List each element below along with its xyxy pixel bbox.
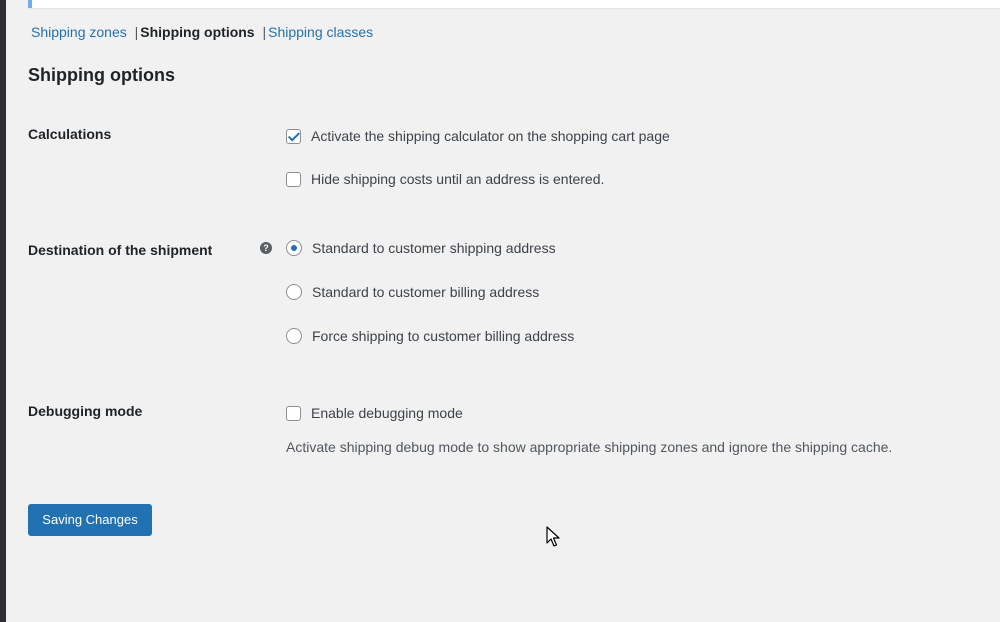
calculations-label: Calculations: [28, 126, 112, 142]
ship-to-shipping-address-radio[interactable]: [286, 240, 302, 256]
ship-to-billing-address-radio[interactable]: [286, 284, 302, 300]
nav-shipping-options[interactable]: Shipping options: [140, 24, 254, 40]
save-changes-button[interactable]: Saving Changes: [28, 504, 152, 536]
debug-mode-checkbox-row[interactable]: Enable debugging mode: [286, 404, 463, 422]
debug-mode-description: Activate shipping debug mode to show app…: [286, 439, 893, 455]
nav-shipping-classes[interactable]: Shipping classes: [268, 24, 373, 40]
shipping-calculator-checkbox-row[interactable]: Activate the shipping calculator on the …: [286, 127, 670, 145]
ship-to-shipping-address-radio-row[interactable]: Standard to customer shipping address: [286, 239, 556, 257]
question-circle-icon[interactable]: ?: [260, 242, 272, 254]
nav-separator: |: [134, 24, 139, 40]
ship-to-billing-address-radio-row[interactable]: Standard to customer billing address: [286, 283, 539, 301]
force-billing-address-radio[interactable]: [286, 328, 302, 344]
nav-shipping-zones[interactable]: Shipping zones: [31, 24, 127, 40]
hide-costs-checkbox-row[interactable]: Hide shipping costs until an address is …: [286, 170, 604, 188]
mouse-pointer-icon: [546, 526, 560, 547]
force-billing-address-label: Force shipping to customer billing addre…: [312, 328, 575, 344]
shipping-calculator-checkbox[interactable]: [286, 128, 301, 144]
nav-separator: |: [262, 24, 267, 40]
hide-costs-checkbox[interactable]: [286, 171, 301, 187]
hide-costs-label: Hide shipping costs until an address is …: [311, 171, 605, 187]
debug-mode-checkbox[interactable]: [286, 405, 301, 421]
ship-to-billing-address-label: Standard to customer billing address: [312, 284, 540, 300]
shipping-subnav: Shipping zones | Shipping options | Shippi…: [31, 23, 373, 41]
admin-sidebar-edge: [0, 0, 6, 622]
debugging-mode-label: Debugging mode: [28, 403, 143, 419]
page-title: Shipping options: [28, 65, 175, 85]
ship-to-shipping-address-label: Standard to customer shipping address: [312, 240, 556, 256]
force-billing-address-radio-row[interactable]: Force shipping to customer billing addre…: [286, 327, 574, 345]
destination-label: Destination of the shipment: [28, 242, 213, 258]
debug-mode-option-label: Enable debugging mode: [311, 405, 463, 421]
shipping-calculator-label: Activate the shipping calculator on the …: [311, 128, 670, 144]
top-notice-bar: [28, 0, 1000, 8]
